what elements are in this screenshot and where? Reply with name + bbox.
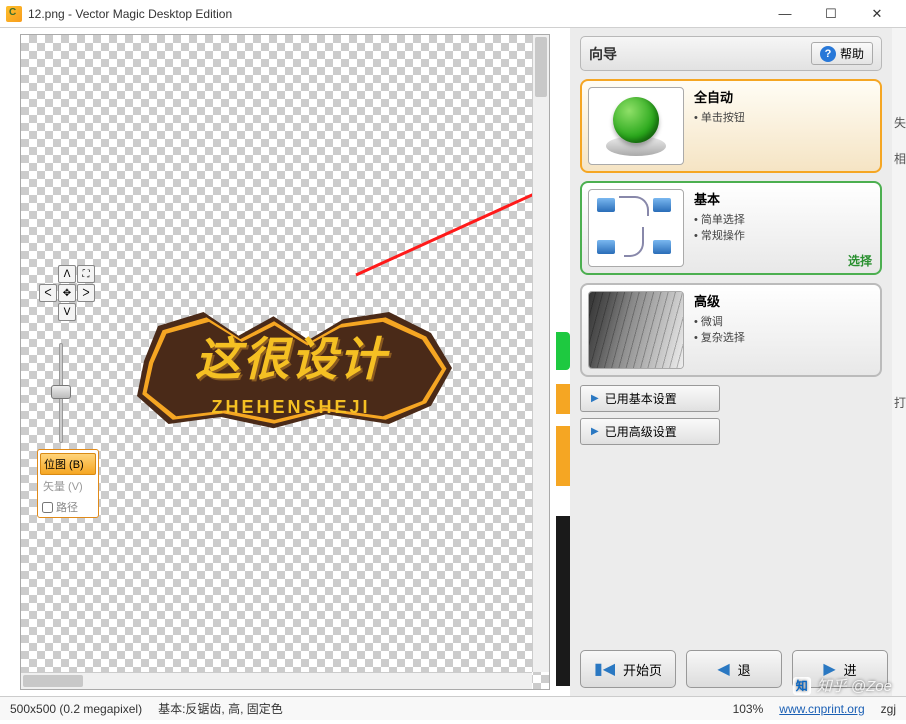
watermark: 知 知乎 @Zoe — [793, 675, 892, 696]
help-icon: ? — [820, 46, 836, 62]
pan-controls: ᐱ ⛶ ᐸ ✥ ᐳ ᐯ — [39, 265, 95, 321]
play-icon: ▶ — [591, 426, 599, 437]
zhihu-icon: 知 — [793, 677, 811, 695]
close-button[interactable]: ✕ — [854, 0, 900, 28]
used-advanced-settings-button[interactable]: ▶ 已用高级设置 — [580, 418, 720, 445]
minimize-button[interactable]: — — [762, 0, 808, 28]
status-link[interactable]: www.cnprint.org — [779, 702, 864, 716]
play-icon: ▶ — [591, 393, 599, 404]
used-basic-settings-button[interactable]: ▶ 已用基本设置 — [580, 385, 720, 412]
status-user: zgj — [881, 702, 896, 716]
auto-thumb — [588, 87, 684, 165]
pan-down-button[interactable]: ᐯ — [58, 303, 76, 321]
pan-right-button[interactable]: ᐳ — [77, 284, 95, 302]
maximize-button[interactable]: ☐ — [808, 0, 854, 28]
home-icon: ▮◀ — [594, 659, 615, 679]
wizard-panel: 向导 ? 帮助 全自动 单击按钮 — [570, 28, 892, 696]
vertical-scrollbar[interactable] — [532, 35, 549, 672]
fit-button[interactable]: ⛶ — [77, 265, 95, 283]
pan-left-button[interactable]: ᐸ — [39, 284, 57, 302]
bitmap-mode-button[interactable]: 位图 (B) — [40, 453, 96, 475]
option-auto[interactable]: 全自动 单击按钮 — [580, 79, 882, 173]
path-label: 路径 — [56, 499, 78, 515]
status-bar: 500x500 (0.2 megapixel) 基本:反锯齿, 高, 固定色 1… — [0, 696, 906, 720]
status-info: 基本:反锯齿, 高, 固定色 — [158, 700, 283, 717]
option-title: 全自动 — [694, 87, 874, 106]
option-advanced[interactable]: 高级 微调 复杂选择 — [580, 283, 882, 377]
wizard-title: 向导 — [589, 44, 617, 64]
back-icon: ◀ — [717, 659, 729, 679]
vector-mode-button[interactable]: 矢量 (V) — [40, 476, 96, 496]
back-button[interactable]: ◀ 退 — [686, 650, 782, 688]
advanced-thumb — [588, 291, 684, 369]
pan-center-button[interactable]: ✥ — [58, 284, 76, 302]
help-button[interactable]: ? 帮助 — [811, 42, 873, 65]
selected-tag: 选择 — [848, 252, 872, 269]
basic-thumb — [588, 189, 684, 267]
app-icon — [6, 6, 22, 22]
home-button[interactable]: ▮◀ 开始页 — [580, 650, 676, 688]
option-basic[interactable]: 基本 简单选择 常规操作 选择 — [580, 181, 882, 275]
path-checkbox[interactable] — [42, 502, 53, 513]
view-mode-box: 位图 (B) 矢量 (V) 路径 — [37, 449, 99, 518]
pan-up-button[interactable]: ᐱ — [58, 265, 76, 283]
canvas-pane: 这很设计 ZHEHENSHEJI ᐱ ⛶ ᐸ ✥ ᐳ ᐯ 位图 (B) 矢量 (… — [10, 28, 556, 696]
status-zoom: 103% — [733, 702, 764, 716]
zoom-slider-thumb[interactable] — [51, 385, 71, 399]
edge-strip: 失 相 打 — [892, 28, 906, 696]
titlebar: 12.png - Vector Magic Desktop Edition — … — [0, 0, 906, 28]
image-content: 这很设计 ZHEHENSHEJI — [116, 305, 466, 445]
horizontal-scrollbar[interactable] — [21, 672, 532, 689]
side-strip — [556, 28, 570, 696]
status-dimensions: 500x500 (0.2 megapixel) — [10, 702, 142, 716]
window-title: 12.png - Vector Magic Desktop Edition — [28, 7, 762, 21]
